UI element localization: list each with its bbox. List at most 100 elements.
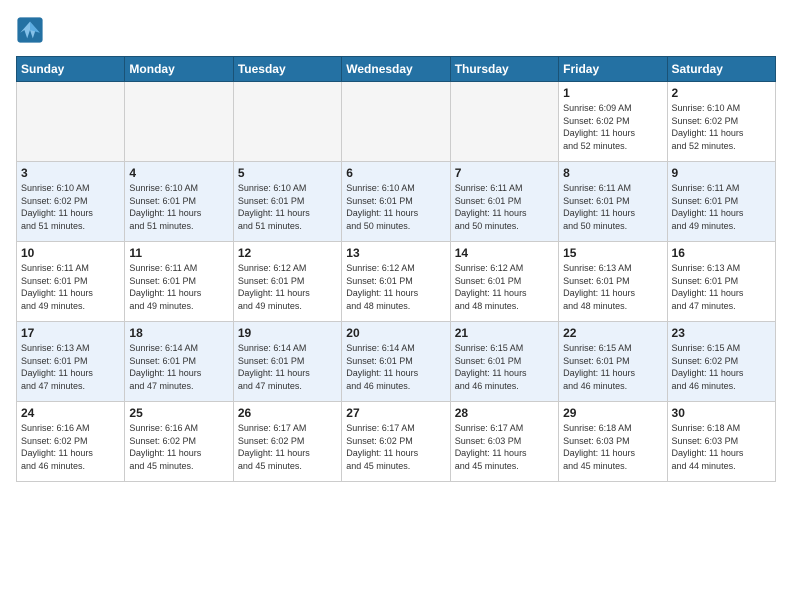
day-number: 10 <box>21 246 120 260</box>
day-info: Sunrise: 6:18 AMSunset: 6:03 PMDaylight:… <box>563 422 662 472</box>
day-info: Sunrise: 6:13 AMSunset: 6:01 PMDaylight:… <box>672 262 771 312</box>
day-info: Sunrise: 6:11 AMSunset: 6:01 PMDaylight:… <box>672 182 771 232</box>
day-number: 19 <box>238 326 337 340</box>
day-info: Sunrise: 6:13 AMSunset: 6:01 PMDaylight:… <box>563 262 662 312</box>
calendar-cell: 23 Sunrise: 6:15 AMSunset: 6:02 PMDayligh… <box>667 322 775 402</box>
day-number: 18 <box>129 326 228 340</box>
day-number: 7 <box>455 166 554 180</box>
day-info: Sunrise: 6:11 AMSunset: 6:01 PMDaylight:… <box>129 262 228 312</box>
day-number: 5 <box>238 166 337 180</box>
header <box>16 16 776 44</box>
calendar-cell <box>450 82 558 162</box>
day-info: Sunrise: 6:10 AMSunset: 6:02 PMDaylight:… <box>672 102 771 152</box>
calendar-cell: 19 Sunrise: 6:14 AMSunset: 6:01 PMDayligh… <box>233 322 341 402</box>
day-info: Sunrise: 6:15 AMSunset: 6:02 PMDaylight:… <box>672 342 771 392</box>
calendar: SundayMondayTuesdayWednesdayThursdayFrid… <box>16 56 776 482</box>
day-number: 20 <box>346 326 445 340</box>
day-number: 2 <box>672 86 771 100</box>
day-info: Sunrise: 6:14 AMSunset: 6:01 PMDaylight:… <box>346 342 445 392</box>
calendar-cell: 16 Sunrise: 6:13 AMSunset: 6:01 PMDayligh… <box>667 242 775 322</box>
day-info: Sunrise: 6:12 AMSunset: 6:01 PMDaylight:… <box>455 262 554 312</box>
day-info: Sunrise: 6:11 AMSunset: 6:01 PMDaylight:… <box>563 182 662 232</box>
calendar-cell: 24 Sunrise: 6:16 AMSunset: 6:02 PMDayligh… <box>17 402 125 482</box>
calendar-cell: 17 Sunrise: 6:13 AMSunset: 6:01 PMDayligh… <box>17 322 125 402</box>
day-number: 1 <box>563 86 662 100</box>
day-number: 27 <box>346 406 445 420</box>
calendar-cell: 5 Sunrise: 6:10 AMSunset: 6:01 PMDaylight… <box>233 162 341 242</box>
calendar-cell: 20 Sunrise: 6:14 AMSunset: 6:01 PMDayligh… <box>342 322 450 402</box>
calendar-cell: 4 Sunrise: 6:10 AMSunset: 6:01 PMDaylight… <box>125 162 233 242</box>
weekday-header: Thursday <box>450 57 558 82</box>
calendar-week-row: 1 Sunrise: 6:09 AMSunset: 6:02 PMDaylight… <box>17 82 776 162</box>
day-info: Sunrise: 6:13 AMSunset: 6:01 PMDaylight:… <box>21 342 120 392</box>
day-info: Sunrise: 6:12 AMSunset: 6:01 PMDaylight:… <box>346 262 445 312</box>
day-number: 11 <box>129 246 228 260</box>
day-number: 30 <box>672 406 771 420</box>
calendar-cell <box>17 82 125 162</box>
day-number: 16 <box>672 246 771 260</box>
calendar-cell: 3Sunrise: 6:10 AMSunset: 6:02 PMDaylight… <box>17 162 125 242</box>
calendar-week-row: 17 Sunrise: 6:13 AMSunset: 6:01 PMDayligh… <box>17 322 776 402</box>
logo-icon <box>16 16 44 44</box>
day-number: 22 <box>563 326 662 340</box>
day-number: 4 <box>129 166 228 180</box>
day-number: 14 <box>455 246 554 260</box>
page: SundayMondayTuesdayWednesdayThursdayFrid… <box>0 0 792 492</box>
day-info: Sunrise: 6:09 AMSunset: 6:02 PMDaylight:… <box>563 102 662 152</box>
calendar-cell: 7 Sunrise: 6:11 AMSunset: 6:01 PMDaylight… <box>450 162 558 242</box>
weekday-header: Tuesday <box>233 57 341 82</box>
calendar-cell: 12 Sunrise: 6:12 AMSunset: 6:01 PMDayligh… <box>233 242 341 322</box>
calendar-cell <box>342 82 450 162</box>
day-info: Sunrise: 6:15 AMSunset: 6:01 PMDaylight:… <box>563 342 662 392</box>
day-info: Sunrise: 6:11 AMSunset: 6:01 PMDaylight:… <box>455 182 554 232</box>
calendar-cell <box>233 82 341 162</box>
calendar-cell: 18 Sunrise: 6:14 AMSunset: 6:01 PMDayligh… <box>125 322 233 402</box>
calendar-cell: 27 Sunrise: 6:17 AMSunset: 6:02 PMDayligh… <box>342 402 450 482</box>
weekday-header: Sunday <box>17 57 125 82</box>
calendar-cell: 13 Sunrise: 6:12 AMSunset: 6:01 PMDayligh… <box>342 242 450 322</box>
calendar-week-row: 3Sunrise: 6:10 AMSunset: 6:02 PMDaylight… <box>17 162 776 242</box>
calendar-cell: 2 Sunrise: 6:10 AMSunset: 6:02 PMDaylight… <box>667 82 775 162</box>
day-number: 29 <box>563 406 662 420</box>
calendar-cell: 22 Sunrise: 6:15 AMSunset: 6:01 PMDayligh… <box>559 322 667 402</box>
day-number: 25 <box>129 406 228 420</box>
day-number: 17 <box>21 326 120 340</box>
weekday-header: Friday <box>559 57 667 82</box>
day-number: 6 <box>346 166 445 180</box>
day-info: Sunrise: 6:17 AMSunset: 6:03 PMDaylight:… <box>455 422 554 472</box>
day-info: Sunrise: 6:10 AMSunset: 6:01 PMDaylight:… <box>238 182 337 232</box>
day-number: 23 <box>672 326 771 340</box>
calendar-cell: 25 Sunrise: 6:16 AMSunset: 6:02 PMDayligh… <box>125 402 233 482</box>
calendar-cell: 6Sunrise: 6:10 AMSunset: 6:01 PMDaylight… <box>342 162 450 242</box>
calendar-cell: 30Sunrise: 6:18 AMSunset: 6:03 PMDayligh… <box>667 402 775 482</box>
calendar-cell <box>125 82 233 162</box>
day-info: Sunrise: 6:16 AMSunset: 6:02 PMDaylight:… <box>21 422 120 472</box>
calendar-week-row: 10 Sunrise: 6:11 AMSunset: 6:01 PMDayligh… <box>17 242 776 322</box>
calendar-cell: 1 Sunrise: 6:09 AMSunset: 6:02 PMDaylight… <box>559 82 667 162</box>
day-number: 26 <box>238 406 337 420</box>
calendar-cell: 28 Sunrise: 6:17 AMSunset: 6:03 PMDayligh… <box>450 402 558 482</box>
calendar-header-row: SundayMondayTuesdayWednesdayThursdayFrid… <box>17 57 776 82</box>
day-number: 15 <box>563 246 662 260</box>
day-number: 21 <box>455 326 554 340</box>
calendar-cell: 9 Sunrise: 6:11 AMSunset: 6:01 PMDaylight… <box>667 162 775 242</box>
day-info: Sunrise: 6:14 AMSunset: 6:01 PMDaylight:… <box>238 342 337 392</box>
day-number: 3 <box>21 166 120 180</box>
day-number: 28 <box>455 406 554 420</box>
logo <box>16 16 46 44</box>
day-number: 8 <box>563 166 662 180</box>
day-number: 24 <box>21 406 120 420</box>
day-info: Sunrise: 6:10 AMSunset: 6:01 PMDaylight:… <box>129 182 228 232</box>
day-info: Sunrise: 6:14 AMSunset: 6:01 PMDaylight:… <box>129 342 228 392</box>
calendar-week-row: 24 Sunrise: 6:16 AMSunset: 6:02 PMDayligh… <box>17 402 776 482</box>
day-info: Sunrise: 6:16 AMSunset: 6:02 PMDaylight:… <box>129 422 228 472</box>
day-number: 12 <box>238 246 337 260</box>
weekday-header: Wednesday <box>342 57 450 82</box>
day-info: Sunrise: 6:15 AMSunset: 6:01 PMDaylight:… <box>455 342 554 392</box>
day-number: 13 <box>346 246 445 260</box>
day-info: Sunrise: 6:12 AMSunset: 6:01 PMDaylight:… <box>238 262 337 312</box>
day-info: Sunrise: 6:17 AMSunset: 6:02 PMDaylight:… <box>346 422 445 472</box>
calendar-cell: 15 Sunrise: 6:13 AMSunset: 6:01 PMDayligh… <box>559 242 667 322</box>
day-number: 9 <box>672 166 771 180</box>
weekday-header: Saturday <box>667 57 775 82</box>
